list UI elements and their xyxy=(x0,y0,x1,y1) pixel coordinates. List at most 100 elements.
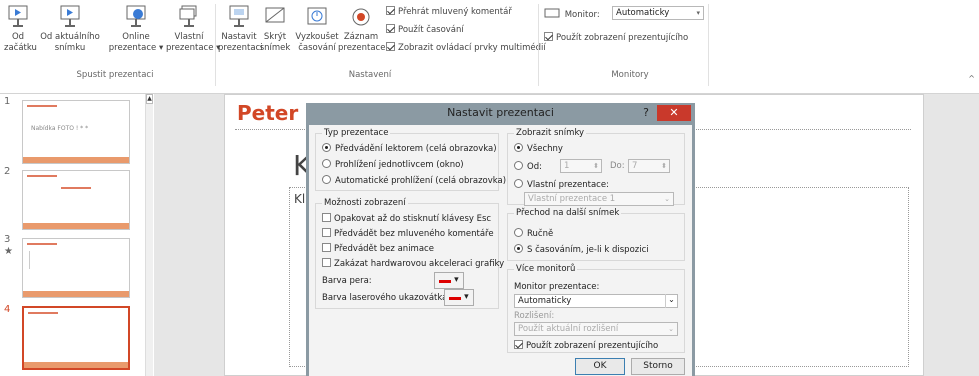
checkbox-icon xyxy=(322,228,331,237)
checkbox-icon xyxy=(322,243,331,252)
close-button[interactable]: ✕ xyxy=(657,105,691,121)
pen-color-picker[interactable]: ▾ xyxy=(434,272,464,289)
resolution-select[interactable]: Použít aktuální rozlišení ⌄ xyxy=(514,322,678,336)
custom-show-value: Vlastní prezentace 1 xyxy=(528,194,616,204)
setup-show-dialog: Nastavit prezentaci ? ✕ Typ prezentace P… xyxy=(306,103,695,376)
use-presenter-view-label: Použít zobrazení prezentujícího xyxy=(526,341,659,351)
rehearse-timings-label: Vyzkoušet časování xyxy=(295,32,339,53)
from-beginning-button[interactable]: Od začátku xyxy=(4,4,37,54)
help-icon[interactable]: ? xyxy=(643,106,649,119)
cancel-button[interactable]: Storno xyxy=(631,358,685,375)
slideshow-monitor-select[interactable]: Automaticky ⌄ xyxy=(514,294,678,308)
laser-color-label: Barva laserového ukazovátka: xyxy=(322,293,451,303)
group-separator xyxy=(708,4,709,86)
loop-until-esc-checkbox[interactable]: Opakovat až do stisknutí klávesy Esc xyxy=(322,213,491,224)
thumbnail-slide-1[interactable]: Nabídka FOTO ! * * xyxy=(22,100,130,164)
play-narrations-checkbox[interactable]: Přehrát mluvený komentář xyxy=(386,6,512,17)
checkbox-icon xyxy=(386,42,395,51)
without-animation-checkbox[interactable]: Předvádět bez animace xyxy=(322,243,434,254)
ribbon: Od začátku Od aktuálního snímku Online p… xyxy=(0,0,979,94)
checkbox-icon xyxy=(386,6,395,15)
browsed-by-individual-radio[interactable]: Prohlížení jednotlivcem (okno) xyxy=(322,159,464,170)
without-narration-label: Předvádět bez mluveného komentáře xyxy=(334,229,494,239)
to-spinner[interactable]: 7 ⬍ xyxy=(628,159,670,173)
browsed-at-kiosk-radio[interactable]: Automatické prohlížení (celá obrazovka) xyxy=(322,175,506,186)
thumb-footer xyxy=(23,291,129,297)
radio-icon xyxy=(514,161,523,170)
custom-show-label: Vlastní prezentace ▾ xyxy=(166,32,221,53)
browsed-at-kiosk-label: Automatické prohlížení (celá obrazovka) xyxy=(335,176,507,186)
from-current-slide-label: Od aktuálního snímku xyxy=(40,32,100,53)
thumb-content xyxy=(29,251,69,269)
custom-show-radio[interactable]: Vlastní prezentace: xyxy=(514,179,609,190)
hide-slide-label: Skrýt snímek xyxy=(259,32,291,53)
from-radio[interactable]: Od: xyxy=(514,161,542,172)
show-media-controls-checkbox[interactable]: Zobrazit ovládací prvky multimédií xyxy=(386,42,546,53)
pen-color-label: Barva pera: xyxy=(322,276,372,286)
show-options-legend: Možnosti zobrazení xyxy=(322,198,408,208)
manually-radio[interactable]: Ručně xyxy=(514,228,553,239)
from-current-slide-icon xyxy=(60,5,80,27)
present-online-label: Online prezentace ▾ xyxy=(108,32,164,53)
checkbox-icon xyxy=(544,32,553,41)
thumb-title xyxy=(61,187,91,189)
from-beginning-label: Od začátku xyxy=(4,32,37,53)
presenter-view-checkbox[interactable]: Použít zobrazení prezentujícího xyxy=(544,32,688,43)
present-online-button[interactable]: Online prezentace ▾ xyxy=(108,4,164,54)
hide-slide-button[interactable]: Skrýt snímek xyxy=(258,4,292,54)
checkbox-icon xyxy=(514,340,523,349)
show-type-legend: Typ prezentace xyxy=(322,128,391,138)
monitor-select[interactable]: Automaticky ▾ xyxy=(612,6,704,20)
custom-show-icon xyxy=(179,5,197,27)
use-timings-checkbox[interactable]: Použít časování xyxy=(386,24,464,35)
show-slides-legend: Zobrazit snímky xyxy=(514,128,587,138)
all-slides-radio[interactable]: Všechny xyxy=(514,143,563,154)
thumbnail-slide-2[interactable] xyxy=(22,170,130,230)
show-slides-group: Zobrazit snímky Všechny Od: 1 ⬍ Do: 7 ⬍ Vl… xyxy=(507,128,685,206)
slide-content-fragment: Kl xyxy=(294,192,306,206)
thumbnail-slide-4[interactable] xyxy=(22,306,130,370)
to-label: Do: xyxy=(610,161,625,171)
dialog-title: Nastavit prezentaci xyxy=(447,106,554,119)
chevron-down-icon: ▾ xyxy=(696,9,700,17)
without-narration-checkbox[interactable]: Předvádět bez mluveného komentáře xyxy=(322,228,494,239)
use-presenter-view-checkbox[interactable]: Použít zobrazení prezentujícího xyxy=(514,340,658,351)
radio-icon xyxy=(514,143,523,152)
laser-color-picker[interactable]: ▾ xyxy=(444,289,474,306)
thumbnails-scrollbar[interactable]: ▲ xyxy=(145,94,153,376)
show-media-controls-label: Zobrazit ovládací prvky multimédií xyxy=(398,43,546,53)
advance-slides-legend: Přechod na další snímek xyxy=(514,208,622,218)
thumbnail-number: 2 xyxy=(4,166,11,177)
from-spinner[interactable]: 1 ⬍ xyxy=(560,159,602,173)
to-value: 7 xyxy=(632,161,638,171)
group-separator xyxy=(538,4,539,86)
thumbnail-slide-3[interactable] xyxy=(22,238,130,298)
setup-show-label: Nastavit prezentaci xyxy=(218,32,263,53)
custom-show-select[interactable]: Vlastní prezentace 1 ⌄ xyxy=(524,192,674,206)
presented-by-speaker-radio[interactable]: Předvádění lektorem (celá obrazovka) xyxy=(322,143,497,154)
custom-show-button[interactable]: Vlastní prezentace ▾ xyxy=(166,4,220,54)
rehearse-timings-button[interactable]: Vyzkoušet časování xyxy=(294,4,340,54)
thumb-logo xyxy=(27,243,57,245)
monitor-select-value: Automaticky xyxy=(616,8,670,18)
ok-button[interactable]: OK xyxy=(575,358,625,375)
record-slideshow-button[interactable]: Záznam prezentace ▾ xyxy=(338,4,392,54)
hide-slide-icon xyxy=(265,7,285,23)
radio-icon xyxy=(322,159,331,168)
multiple-monitors-group: Více monitorů Monitor prezentace: Automa… xyxy=(507,264,685,353)
play-narrations-label: Přehrát mluvený komentář xyxy=(398,7,512,17)
using-timings-radio[interactable]: S časováním, je-li k dispozici xyxy=(514,244,649,255)
chevron-down-icon: ⌄ xyxy=(665,294,677,308)
record-slideshow-icon xyxy=(352,8,370,26)
chevron-down-icon: ⌄ xyxy=(664,195,670,203)
slide-thumbnails-pane: 1 Nabídka FOTO ! * * 2 3 ★ 4 xyxy=(0,94,148,376)
collapse-ribbon-icon[interactable]: ^ xyxy=(968,74,975,83)
thumb-footer xyxy=(23,157,129,163)
disable-hw-accel-checkbox[interactable]: Zakázat hardwarovou akceleraci grafiky xyxy=(322,258,504,269)
show-options-group: Možnosti zobrazení Opakovat až do stiskn… xyxy=(315,198,504,309)
from-current-slide-button[interactable]: Od aktuálního snímku xyxy=(38,4,102,54)
present-online-icon xyxy=(126,5,146,27)
setup-show-button[interactable]: Nastavit prezentaci xyxy=(218,4,263,54)
setup-show-icon xyxy=(229,5,249,27)
scroll-up-icon[interactable]: ▲ xyxy=(146,94,153,104)
